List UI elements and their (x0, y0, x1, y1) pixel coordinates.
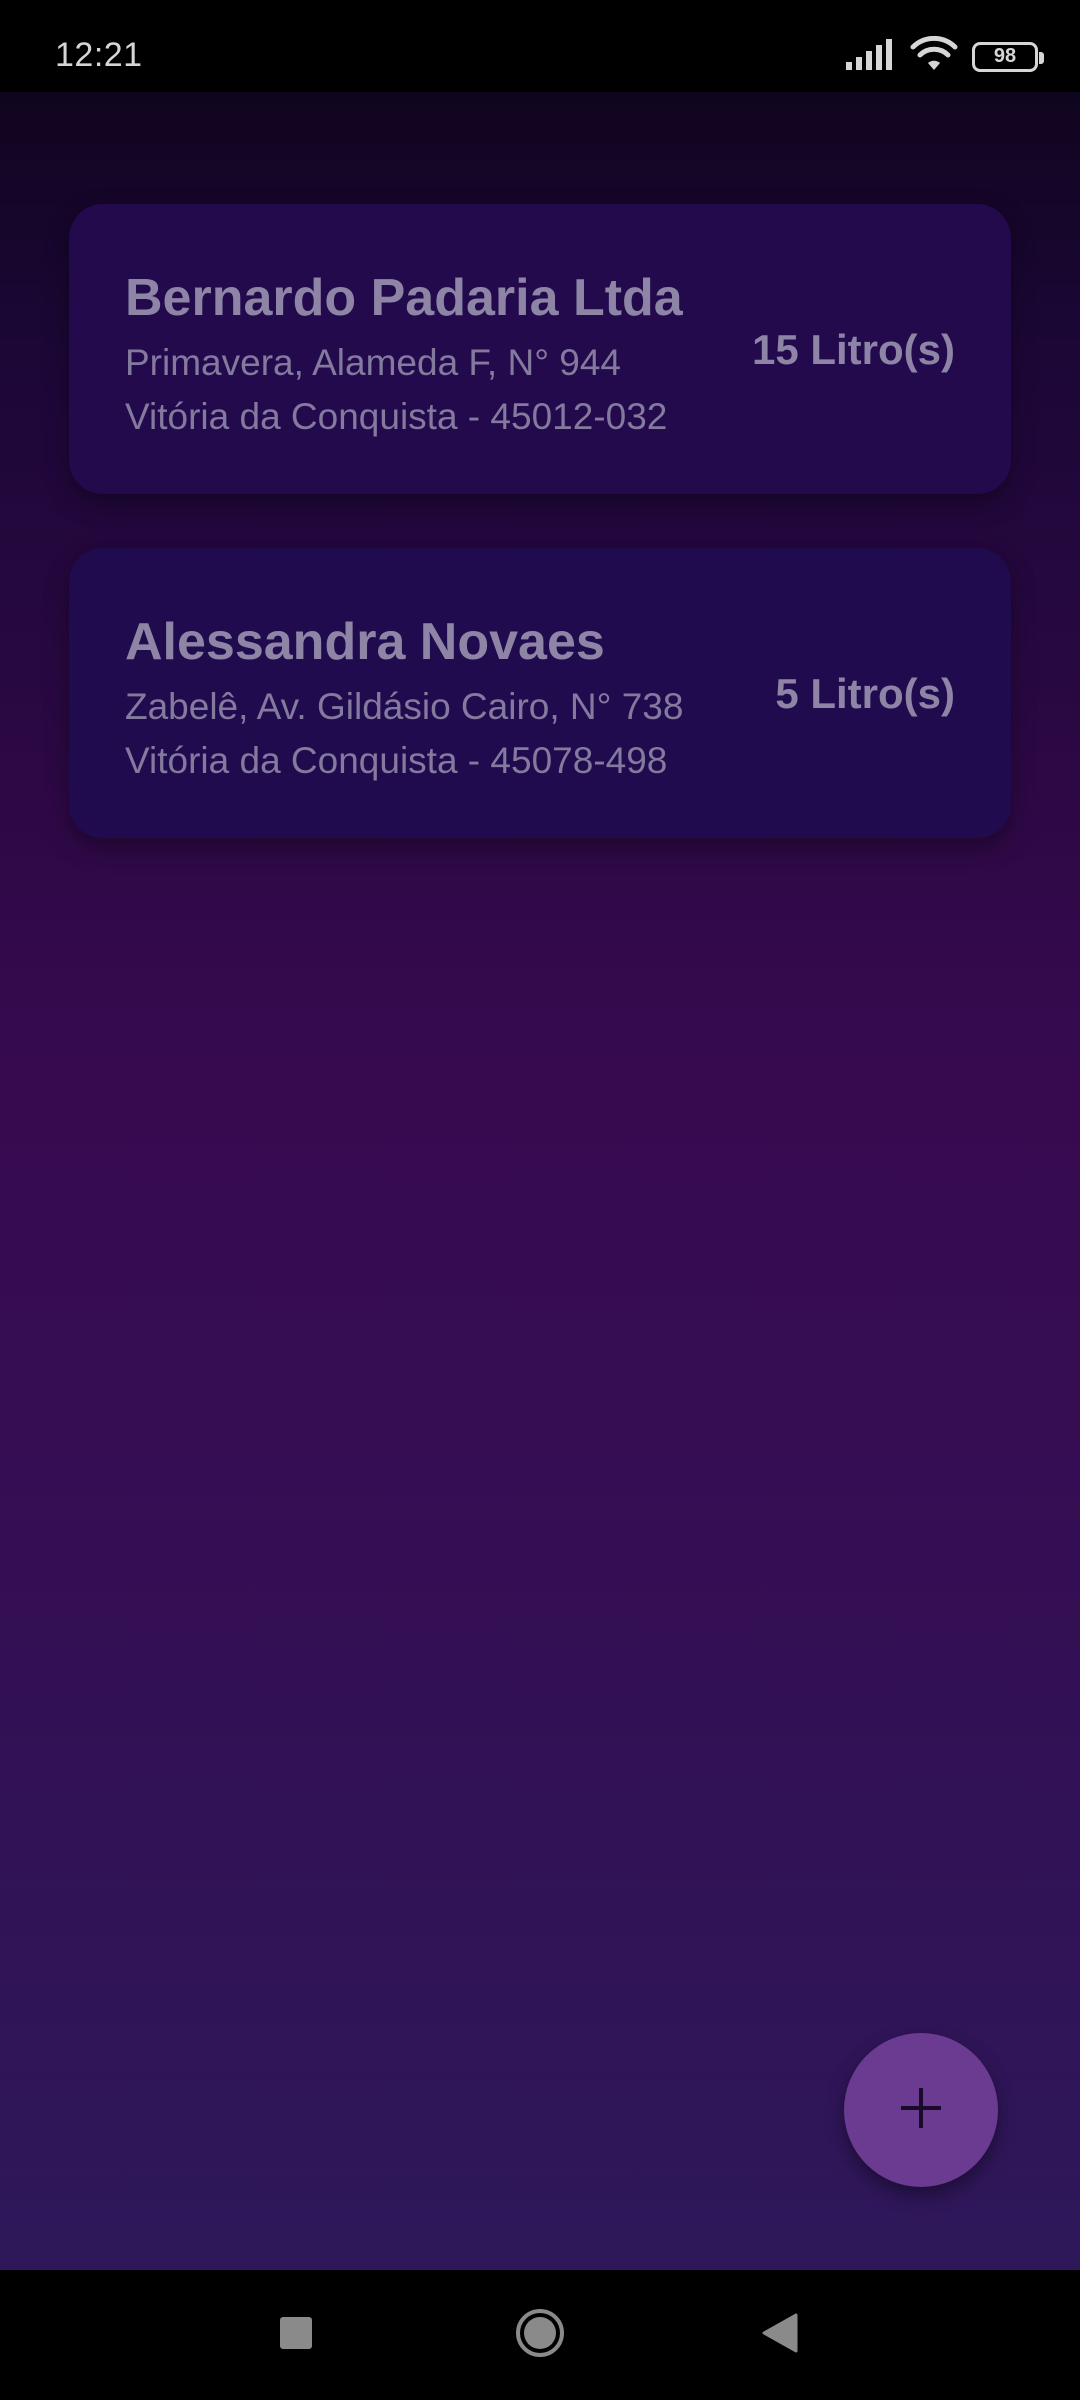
navigation-bar (0, 2270, 1080, 2400)
back-icon (762, 2313, 798, 2358)
delivery-quantity: 5 Litro(s) (775, 670, 955, 717)
delivery-card[interactable]: Bernardo Padaria Ltda Primavera, Alameda… (69, 204, 1011, 494)
customer-address: Primavera, Alameda F, N° 944 (125, 342, 622, 383)
add-delivery-button[interactable] (844, 2033, 998, 2187)
wifi-icon (910, 35, 958, 77)
battery-icon: 98 (972, 41, 1044, 72)
home-icon (515, 2308, 565, 2363)
home-button[interactable] (480, 2270, 600, 2400)
customer-city: Vitória da Conquista - 45078-498 (125, 740, 668, 781)
customer-name: Alessandra Novaes (125, 613, 605, 671)
status-time: 12:21 (55, 36, 143, 74)
delivery-card[interactable]: Alessandra Novaes Zabelê, Av. Gildásio C… (69, 548, 1011, 838)
delivery-list: Bernardo Padaria Ltda Primavera, Alameda… (0, 92, 1080, 2270)
back-button[interactable] (720, 2270, 840, 2400)
recents-icon (279, 2316, 313, 2355)
status-bar: 12:21 98 (0, 0, 1080, 92)
customer-name: Bernardo Padaria Ltda (125, 269, 683, 327)
signal-icon (846, 38, 896, 75)
customer-address: Zabelê, Av. Gildásio Cairo, N° 738 (125, 686, 684, 727)
plus-icon (897, 2084, 945, 2137)
customer-city: Vitória da Conquista - 45012-032 (125, 396, 668, 437)
battery-level: 98 (993, 45, 1017, 67)
recents-button[interactable] (236, 2270, 356, 2400)
delivery-quantity: 15 Litro(s) (751, 326, 955, 373)
status-icons: 98 (846, 35, 1044, 77)
app-screen: 12:21 98 Bernardo Padaria Ltda Primavera… (0, 0, 1080, 2400)
